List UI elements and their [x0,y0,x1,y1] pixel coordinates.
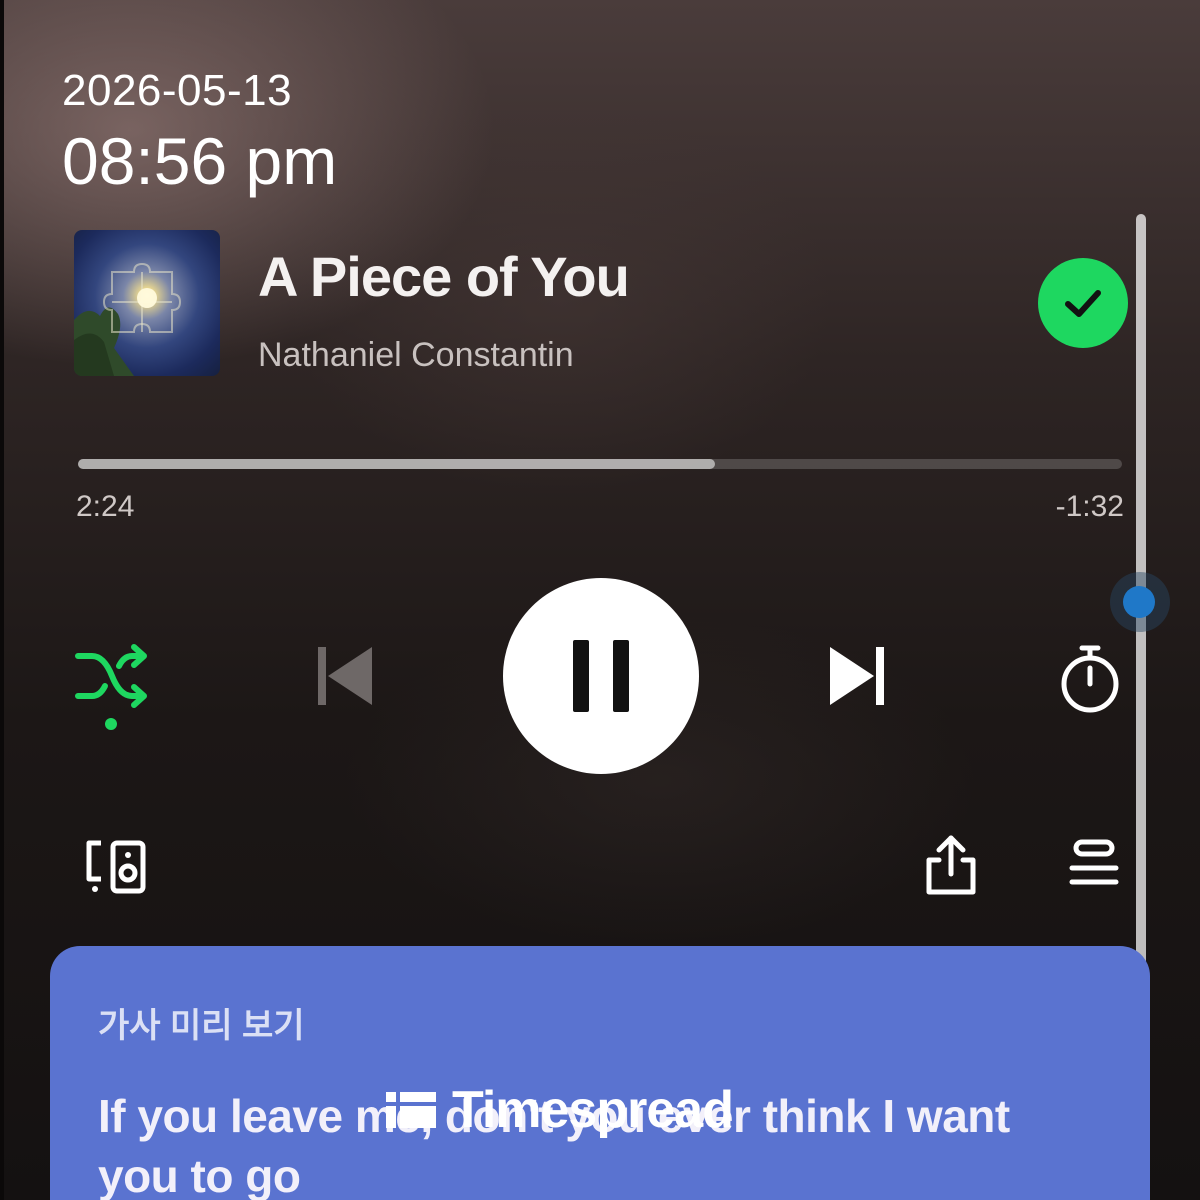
remaining-time: -1:32 [1055,490,1124,523]
queue-icon [1069,839,1119,885]
skip-next-icon [830,647,884,705]
share-icon [926,835,976,895]
shuffle-icon [75,644,147,708]
elapsed-time: 2:24 [76,490,135,523]
progress-bar[interactable] [78,459,1122,469]
skip-previous-icon [318,647,372,705]
shuffle-active-dot [105,718,117,730]
saved-to-library-button[interactable] [1038,258,1128,348]
album-artwork[interactable] [74,230,220,376]
lyrics-preview-label: 가사 미리 보기 [98,1007,305,1045]
timestamp-overlay: 2026-05-13 08:56 pm [62,66,337,200]
progress-bar-fill [78,459,715,469]
previous-track-button[interactable] [306,636,382,716]
album-art-image [74,262,182,376]
pause-button[interactable] [503,578,699,774]
watermark-text: Timespread [452,1081,734,1139]
screen-edge [0,0,4,1200]
stamp-date: 2026-05-13 [62,66,293,115]
share-button[interactable] [918,832,984,900]
sleep-timer-button[interactable] [1050,638,1130,718]
pause-icon [573,640,629,712]
lyrics-preview-card[interactable]: 가사 미리 보기 If you leave me, don't you ever… [50,946,1150,1200]
scrollbar-handle[interactable] [1123,586,1155,618]
shuffle-button[interactable] [70,640,154,712]
watermark: Timespread [384,1080,734,1140]
stamp-time: 08:56 pm [62,124,338,198]
connect-device-button[interactable] [78,832,154,900]
queue-button[interactable] [1062,836,1126,896]
track-title[interactable]: A Piece of You [258,244,630,309]
sleep-timer-icon [1061,645,1119,713]
connect-device-icon [86,840,146,894]
check-icon [1065,290,1101,317]
track-artist[interactable]: Nathaniel Constantin [258,336,574,375]
next-track-button[interactable] [820,636,896,716]
watermark-logo-icon [386,1092,436,1128]
